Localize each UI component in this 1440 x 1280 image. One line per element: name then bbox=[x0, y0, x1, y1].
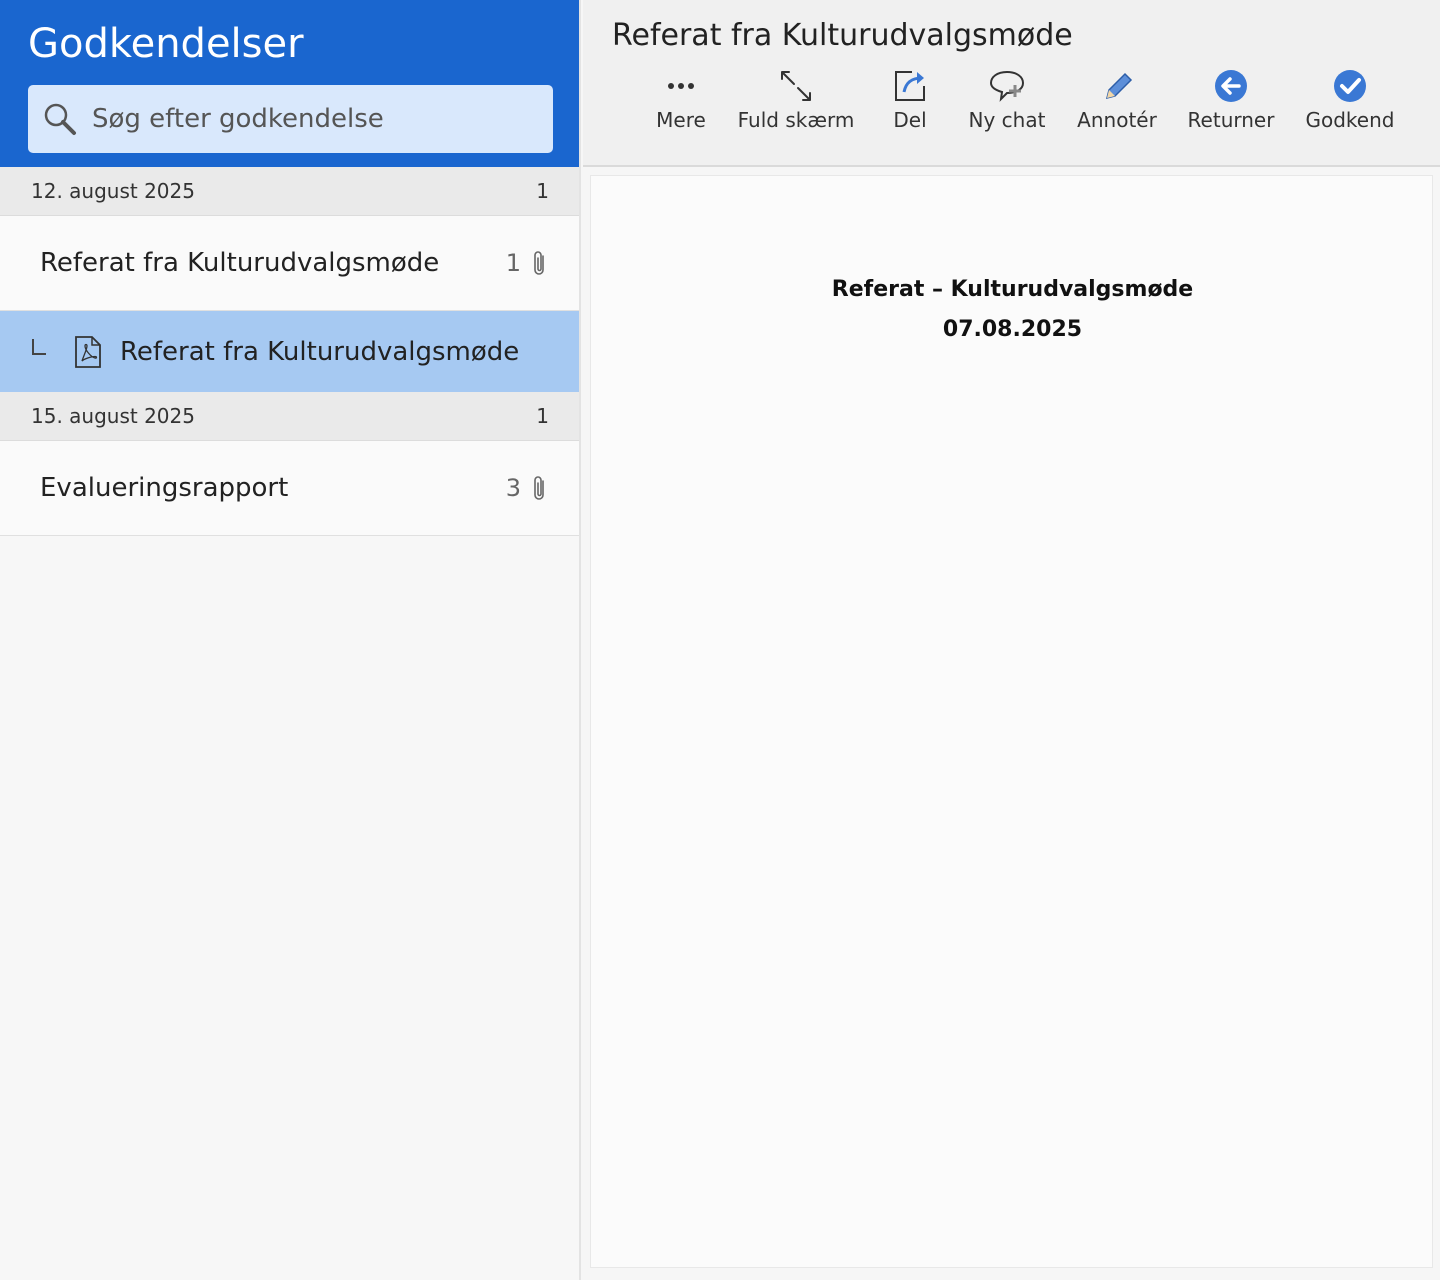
new-chat-label: Ny chat bbox=[968, 108, 1046, 132]
annotate-label: Annotér bbox=[1077, 108, 1157, 132]
paperclip-icon bbox=[534, 251, 544, 275]
group-date: 12. august 2025 bbox=[31, 179, 195, 203]
approve-icon bbox=[1334, 70, 1366, 102]
new-chat-icon bbox=[989, 70, 1025, 102]
share-label: Del bbox=[893, 108, 927, 132]
search-icon bbox=[44, 103, 76, 135]
approvals-sidebar: Godkendelser 12. august 2025 1 Referat f… bbox=[0, 0, 581, 1280]
pencil-icon bbox=[1105, 72, 1133, 100]
tree-connector-icon bbox=[32, 338, 46, 355]
document-title: Referat fra Kulturudvalgsmøde bbox=[612, 18, 1073, 53]
document-date: 07.08.2025 bbox=[942, 317, 1083, 342]
return-icon bbox=[1215, 70, 1247, 102]
date-group-header: 15. august 2025 1 bbox=[0, 392, 579, 441]
group-count: 1 bbox=[536, 404, 549, 428]
group-count: 1 bbox=[536, 179, 549, 203]
fullscreen-icon bbox=[781, 71, 811, 101]
sidebar-header: Godkendelser bbox=[0, 0, 579, 167]
share-icon bbox=[895, 71, 925, 101]
more-icon bbox=[668, 83, 694, 89]
approve-label: Godkend bbox=[1305, 108, 1395, 132]
date-group-header: 12. august 2025 1 bbox=[0, 167, 579, 216]
sidebar-title: Godkendelser bbox=[28, 21, 304, 67]
item-title: Evalueringsrapport bbox=[40, 473, 289, 503]
sub-item-selected[interactable]: Referat fra Kulturudvalgsmøde bbox=[0, 311, 579, 392]
fullscreen-label: Fuld skærm bbox=[737, 108, 855, 132]
group-date: 15. august 2025 bbox=[31, 404, 195, 428]
paperclip-icon bbox=[534, 476, 544, 500]
list-item[interactable]: Referat fra Kulturudvalgsmøde 1 bbox=[0, 216, 579, 311]
search-box[interactable] bbox=[28, 85, 553, 153]
item-title: Referat fra Kulturudvalgsmøde bbox=[40, 248, 440, 278]
approve-button[interactable]: Godkend bbox=[1280, 68, 1420, 132]
document-view: Referat fra Kulturudvalgsmøde Mere Fuld … bbox=[583, 0, 1440, 1280]
document-page: Referat – Kulturudvalgsmøde 07.08.2025 bbox=[590, 175, 1433, 1268]
document-heading: Referat – Kulturudvalgsmøde bbox=[831, 277, 1194, 302]
attachment-count: 1 bbox=[505, 249, 521, 277]
list-item[interactable]: Evalueringsrapport 3 bbox=[0, 441, 579, 536]
search-input[interactable] bbox=[92, 104, 532, 134]
attachment-count: 3 bbox=[505, 474, 521, 502]
toolbar: Mere Fuld skærm Del Ny chat Annotér Retu… bbox=[583, 68, 1440, 138]
return-label: Returner bbox=[1187, 108, 1275, 132]
pdf-file-icon bbox=[75, 335, 101, 368]
sub-item-title: Referat fra Kulturudvalgsmøde bbox=[120, 336, 520, 367]
more-label: Mere bbox=[656, 108, 706, 132]
